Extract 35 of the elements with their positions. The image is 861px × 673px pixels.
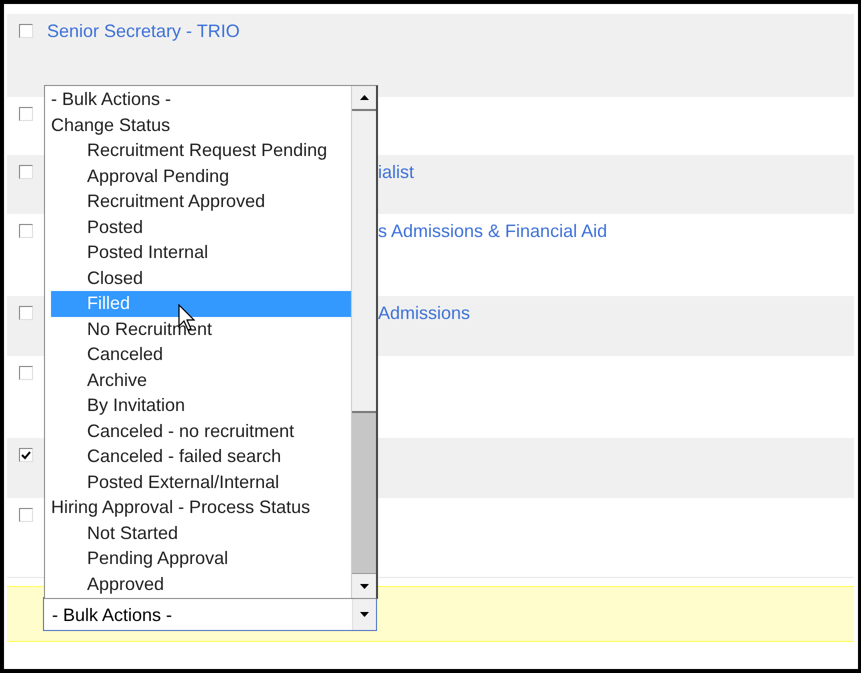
checkbox[interactable] bbox=[19, 448, 33, 462]
checkbox[interactable] bbox=[19, 366, 33, 380]
scroll-thumb[interactable] bbox=[352, 411, 376, 573]
job-title-link[interactable]: ialist bbox=[378, 163, 414, 181]
job-title-link[interactable]: Senior Secretary - TRIO bbox=[47, 22, 240, 40]
checkbox[interactable] bbox=[19, 224, 33, 238]
dropdown-option[interactable]: Archive bbox=[51, 368, 351, 393]
checkbox[interactable] bbox=[19, 107, 33, 121]
checkbox[interactable] bbox=[19, 306, 33, 320]
dropdown-option[interactable]: Canceled - no recruitment bbox=[51, 418, 351, 444]
dropdown-option[interactable]: Recruitment Approved bbox=[51, 189, 351, 214]
dropdown-option[interactable]: Canceled - failed search bbox=[51, 444, 351, 470]
dropdown-option[interactable]: Posted bbox=[51, 214, 351, 240]
dropdown-option[interactable]: Posted External/Internal bbox=[51, 470, 351, 495]
checkbox[interactable] bbox=[19, 508, 33, 522]
job-title-link[interactable]: Admissions bbox=[378, 304, 470, 322]
checkbox[interactable] bbox=[19, 165, 33, 179]
dropdown-option[interactable]: Approved bbox=[51, 572, 351, 597]
dropdown-option[interactable]: Posted Internal bbox=[51, 240, 351, 266]
job-title-link[interactable]: s Admissions & Financial Aid bbox=[378, 222, 608, 240]
checkbox[interactable] bbox=[19, 24, 33, 38]
dropdown-option[interactable]: Not Started bbox=[51, 520, 351, 546]
dropdown-option[interactable]: No Recruitment bbox=[51, 316, 351, 342]
dropdown-option[interactable]: Canceled bbox=[51, 342, 351, 368]
dropdown-option[interactable]: By Invitation bbox=[51, 393, 351, 418]
dropdown-option[interactable]: Approval Pending bbox=[51, 164, 351, 189]
option-group-label: Change Status bbox=[51, 114, 172, 137]
option-group-label: Hiring Approval - Process Status bbox=[51, 496, 312, 519]
dropdown-option[interactable]: Recruitment Request Pending bbox=[51, 138, 351, 164]
dropdown-option[interactable]: - Bulk Actions - bbox=[51, 87, 351, 112]
bulk-actions-select[interactable]: - Bulk Actions - bbox=[43, 597, 377, 631]
scrollbar[interactable] bbox=[351, 86, 376, 598]
dropdown-option[interactable]: Closed bbox=[51, 266, 351, 291]
dropdown-option[interactable]: Pending Approval bbox=[51, 546, 351, 572]
dropdown-arrow-icon bbox=[360, 612, 369, 616]
